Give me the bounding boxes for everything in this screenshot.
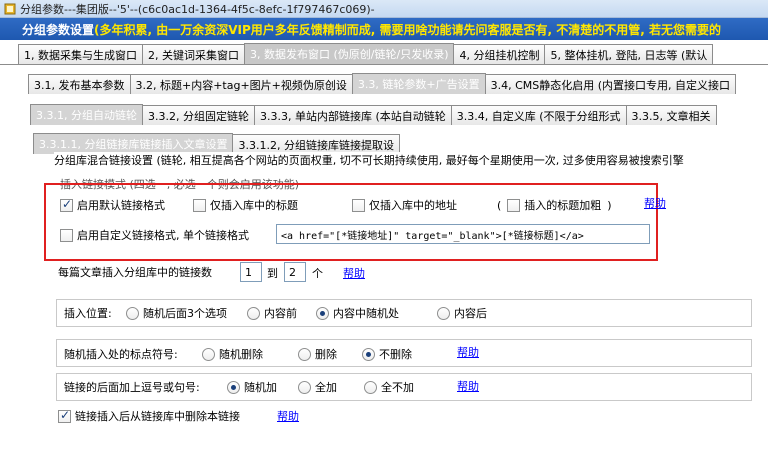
bold-title-checkbox[interactable] — [507, 198, 521, 212]
opt-url-only[interactable]: 仅插入库中的地址 — [352, 197, 457, 213]
punctuation-help[interactable]: 帮助 — [457, 344, 479, 360]
link-count-unit: 个 — [312, 267, 323, 280]
link-mode-help[interactable]: 帮助 — [644, 195, 666, 211]
link-count-to: 到 — [267, 267, 278, 280]
default-format-checkbox[interactable] — [60, 197, 73, 212]
tab-insert-settings[interactable]: 3.3.1.1, 分组链接库链接插入文章设置 — [33, 133, 234, 154]
tab-single-site-library[interactable]: 3.3.3, 单站内部链接库 (本站自动链轮 — [253, 105, 452, 125]
title-bar: 分组参数---集团版--'5'--(c6c0ac1d-1364-4f5c-8ef… — [0, 0, 768, 18]
punct-opt-delete[interactable]: 删除 — [298, 346, 337, 362]
opt-custom-format[interactable]: 启用自定义链接格式, 单个链接格式 — [60, 227, 249, 243]
radio-punct-delete[interactable] — [298, 347, 311, 361]
punct-opt-keep[interactable]: 不删除 — [362, 346, 412, 362]
title-only-checkbox[interactable] — [193, 198, 206, 212]
tab-data-publish[interactable]: 3, 数据发布窗口 (伪原创/链轮/只发收录) — [244, 43, 455, 64]
url-only-checkbox[interactable] — [352, 198, 365, 212]
radio-random3[interactable] — [126, 306, 139, 320]
radio-before[interactable] — [247, 306, 260, 320]
tab-basic-params[interactable]: 3.1, 发布基本参数 — [28, 74, 131, 94]
link-count-label: 每篇文章插入分组库中的链接数 — [58, 266, 212, 279]
auto-wheel-subtabs: 3.3.1.1, 分组链接库链接插入文章设置 3.3.1.2, 分组链接库链接提… — [33, 132, 768, 154]
custom-format-checkbox[interactable] — [60, 228, 73, 242]
position-opt-before[interactable]: 内容前 — [247, 305, 297, 321]
link-count-max[interactable]: 2 — [284, 262, 306, 282]
comma-label: 链接的后面加上逗号或句号: — [64, 381, 200, 394]
position-opt-random3[interactable]: 随机后面3个选项 — [126, 305, 227, 321]
banner-message: (多年积累, 由一万余资深VIP用户多年反馈精制而成, 需要用啥功能请先问客服是… — [94, 22, 721, 37]
tab-link-wheel-ads[interactable]: 3.3, 链轮参数+广告设置 — [351, 73, 486, 94]
remove-after-checkbox[interactable] — [58, 408, 71, 423]
link-wheel-subtabs: 3.3.1, 分组自动链轮 3.3.2, 分组固定链轮 3.3.3, 单站内部链… — [30, 103, 768, 125]
opt-remove-after[interactable]: 链接插入后从链接库中删除本链接 — [58, 408, 240, 424]
radio-after[interactable] — [437, 306, 450, 320]
custom-format-input[interactable]: <a href="[*链接地址]" target="_blank">[*链接标题… — [276, 224, 650, 244]
tab-group-control[interactable]: 4, 分组挂机控制 — [453, 44, 546, 64]
tab-custom-library[interactable]: 3.3.4, 自定义库 (不限于分组形式 — [450, 105, 627, 125]
tab-group-auto-wheel[interactable]: 3.3.1, 分组自动链轮 — [30, 104, 143, 125]
main-tabs: 1, 数据采集与生成窗口 2, 关键词采集窗口 3, 数据发布窗口 (伪原创/链… — [18, 42, 768, 64]
link-count-min[interactable]: 1 — [240, 262, 262, 282]
position-opt-middle[interactable]: 内容中随机处 — [316, 305, 399, 321]
bold-title-label: 插入的标题加粗 — [524, 199, 602, 212]
remove-after-help[interactable]: 帮助 — [277, 408, 299, 424]
radio-middle[interactable] — [316, 306, 329, 320]
link-count-help[interactable]: 帮助 — [343, 265, 365, 281]
radio-comma-all[interactable] — [298, 380, 311, 394]
punct-opt-random[interactable]: 随机删除 — [202, 346, 263, 362]
tab-cms-static[interactable]: 3.4, CMS静态化启用 (内置接口专用, 自定义接口 — [484, 74, 737, 94]
radio-comma-random[interactable] — [227, 380, 240, 394]
tab-group-fixed-wheel[interactable]: 3.3.2, 分组固定链轮 — [141, 105, 255, 125]
radio-punct-random[interactable] — [202, 347, 215, 361]
paren-close: ) — [607, 198, 612, 212]
opt-default-format[interactable]: 启用默认链接格式 — [60, 197, 165, 213]
window-title: 分组参数---集团版--'5'--(c6c0ac1d-1364-4f5c-8ef… — [20, 2, 375, 16]
banner-prefix: 分组参数设置 — [22, 22, 95, 37]
opt-title-only[interactable]: 仅插入库中的标题 — [193, 197, 298, 213]
comma-opt-none[interactable]: 全不加 — [364, 379, 414, 395]
tab-extract-settings[interactable]: 3.3.1.2, 分组链接库链接提取设 — [232, 134, 400, 154]
paren-open: ( — [497, 198, 502, 212]
tab-pseudo-original[interactable]: 3.2, 标题+内容+tag+图片+视频伪原创设 — [129, 74, 353, 94]
tab-data-collection[interactable]: 1, 数据采集与生成窗口 — [18, 44, 143, 64]
groupbox-title: 分组库混合链接设置 (链轮, 相互提高各个网站的页面权重, 切不可长期持续使用,… — [54, 152, 684, 168]
punctuation-label: 随机插入处的标点符号: — [64, 348, 178, 361]
position-opt-after[interactable]: 内容后 — [437, 305, 487, 321]
position-label: 插入位置: — [64, 307, 112, 320]
comma-opt-all[interactable]: 全加 — [298, 379, 337, 395]
tab-keyword-collection[interactable]: 2, 关键词采集窗口 — [142, 44, 245, 64]
comma-help[interactable]: 帮助 — [457, 378, 479, 394]
tab-overall-control[interactable]: 5, 整体挂机, 登陆, 日志等 (默认 — [544, 44, 714, 64]
bold-title-group: ( 插入的标题加粗 ) — [497, 197, 612, 213]
radio-punct-keep[interactable] — [362, 347, 375, 361]
highlight-box — [44, 183, 658, 261]
header-banner: 分组参数设置 (多年积累, 由一万余资深VIP用户多年反馈精制而成, 需要用啥功… — [0, 18, 768, 40]
app-icon — [4, 3, 16, 14]
radio-comma-none[interactable] — [364, 380, 377, 394]
publish-subtabs: 3.1, 发布基本参数 3.2, 标题+内容+tag+图片+视频伪原创设 3.3… — [28, 72, 768, 94]
comma-opt-random[interactable]: 随机加 — [227, 379, 277, 395]
tab-related-articles[interactable]: 3.3.5, 文章相关 — [625, 105, 717, 125]
